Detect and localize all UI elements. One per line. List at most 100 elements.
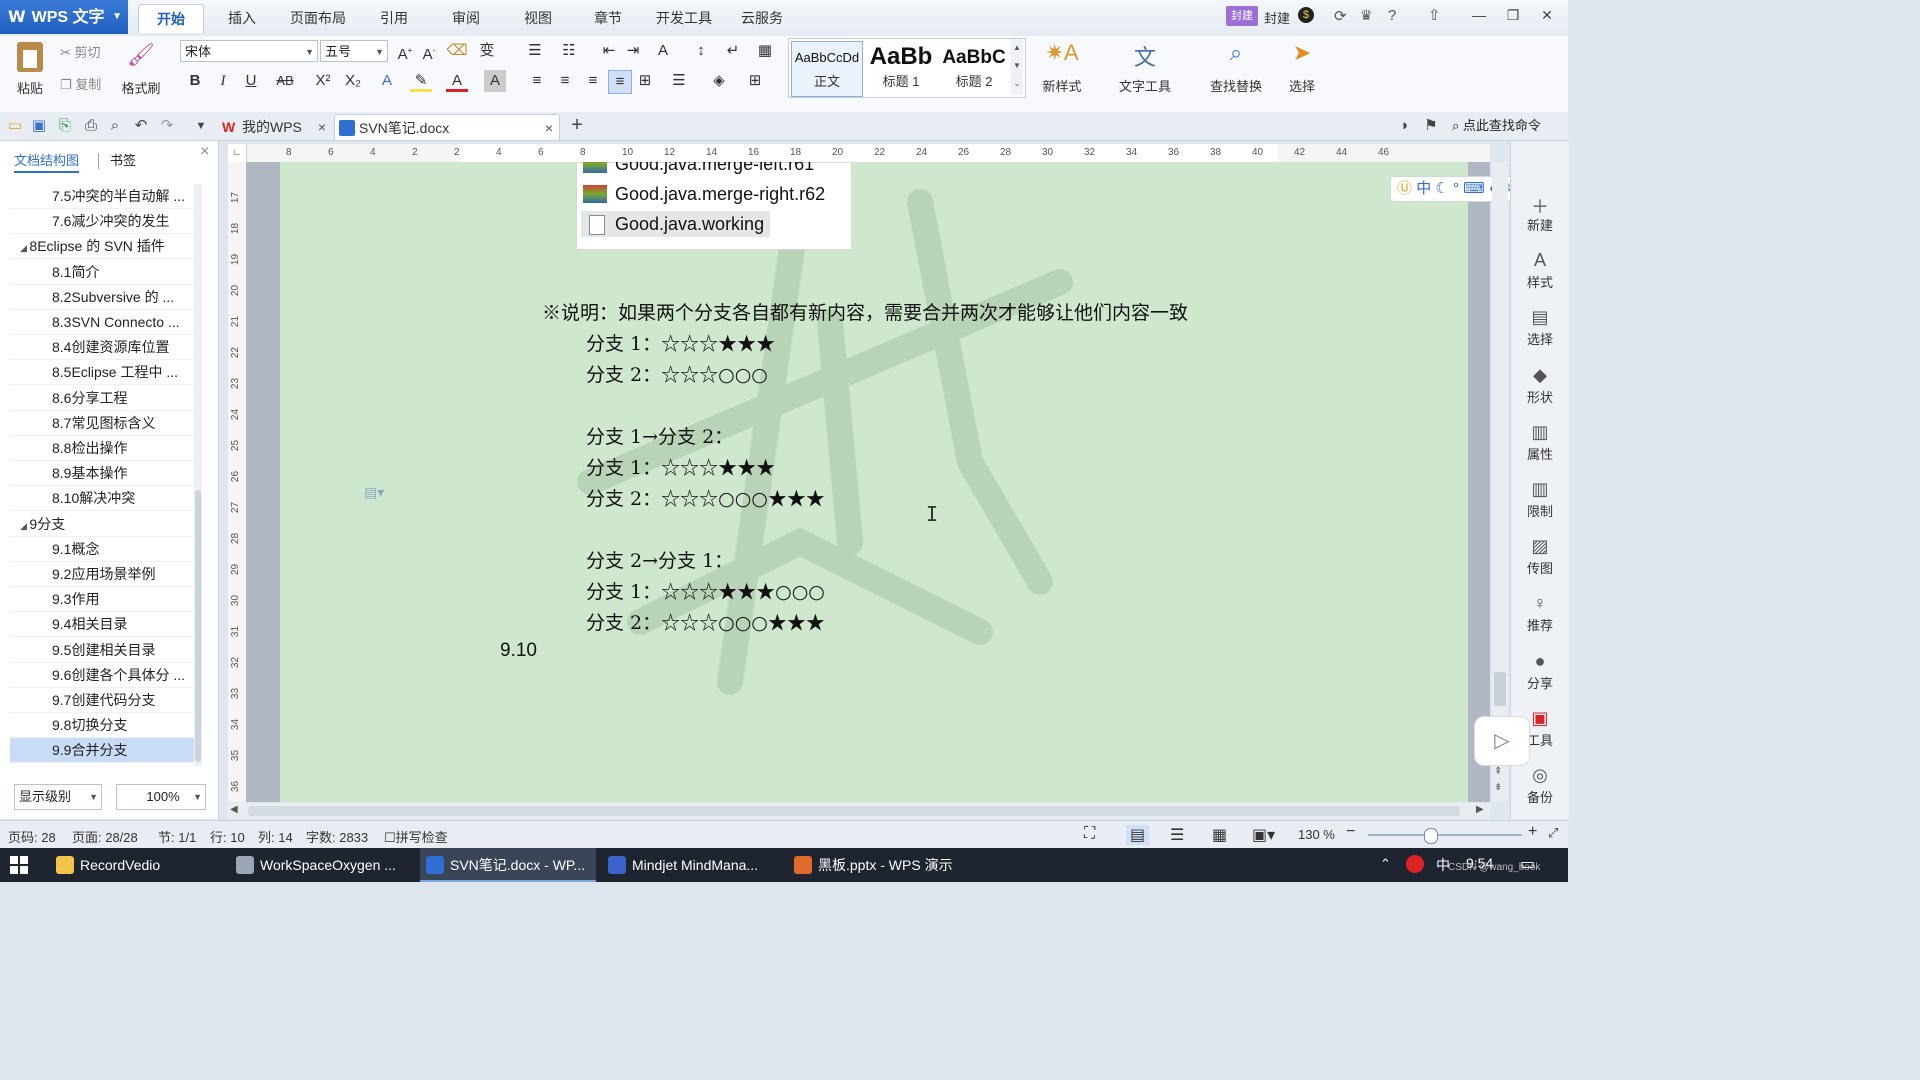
outline-item[interactable]: 9.2应用场景举例 xyxy=(10,562,194,587)
restore-button[interactable]: ❐ xyxy=(1496,7,1530,24)
tab-my-wps[interactable]: W 我的WPS × xyxy=(218,114,330,140)
scroll-right-icon[interactable]: ▶ xyxy=(1476,804,1484,815)
close-icon[interactable]: × xyxy=(318,114,326,140)
web-view-icon[interactable]: ▦ xyxy=(1212,825,1227,845)
taskbar-item[interactable]: Mindjet MindMana... xyxy=(602,848,782,882)
italic-icon[interactable]: I xyxy=(212,70,234,92)
vertical-scrollbar[interactable]: ⇞ ⇟ xyxy=(1492,162,1508,802)
customize-chevron-icon[interactable]: ▼ xyxy=(190,116,212,136)
tab-document-map[interactable]: 文档结构图 xyxy=(14,151,80,173)
scroll-thumb[interactable] xyxy=(248,806,1460,816)
menu-cloud[interactable]: 云服务 xyxy=(732,4,792,32)
moon-icon[interactable]: ☾ xyxy=(1435,180,1448,197)
bullets-icon[interactable]: ☰ xyxy=(524,40,546,62)
zoom-slider-track[interactable] xyxy=(1368,834,1522,836)
pin-icon[interactable]: ◗ xyxy=(1394,116,1416,136)
outline-item[interactable]: 8.7常见图标含义 xyxy=(10,411,194,436)
numbering-icon[interactable]: ☷ xyxy=(558,40,580,62)
skin-icon[interactable]: ♛ xyxy=(1360,7,1373,24)
close-icon[interactable]: × xyxy=(200,143,209,161)
document-page[interactable]: Good.java.merge-left.r61 Good.java.merge… xyxy=(280,162,1468,802)
outline-item[interactable]: 7.5冲突的半自动解 ... xyxy=(10,184,194,209)
paste-button[interactable]: 粘贴 xyxy=(10,42,50,97)
panel-item-recommend[interactable]: ♀ 推荐 xyxy=(1511,593,1569,634)
print-preview-icon[interactable]: ⌕ xyxy=(104,116,126,136)
align-right-icon[interactable]: ≡ xyxy=(582,70,604,92)
outline-item[interactable]: 9.6创建各个具体分 ... xyxy=(10,663,194,688)
outline-item[interactable]: 8.1简介 xyxy=(10,260,194,285)
shrink-font-icon[interactable]: A- xyxy=(418,40,440,63)
outline-item[interactable]: 8.4创建资源库位置 xyxy=(10,335,194,361)
tab-bookmarks[interactable]: 书签 xyxy=(110,151,136,171)
line-spacing-icon[interactable]: ☰ xyxy=(668,70,690,92)
sync-icon[interactable]: ⟳ xyxy=(1334,7,1347,25)
close-icon[interactable]: × xyxy=(545,115,553,141)
taskbar-item[interactable]: SVN笔记.docx - WP... xyxy=(420,848,596,882)
zoom-slider-thumb[interactable] xyxy=(1423,828,1438,844)
undo-icon[interactable]: ↶ xyxy=(130,116,152,136)
panel-item-share[interactable]: ● 分享 xyxy=(1511,651,1569,692)
taskbar-item[interactable]: RecordVedio xyxy=(50,848,226,882)
panel-item-properties[interactable]: ▥ 属性 xyxy=(1511,422,1569,463)
taskbar-item[interactable]: 黑板.pptx - WPS 演示 xyxy=(788,848,968,882)
table-icon[interactable]: ▦ xyxy=(754,40,776,62)
char-case-icon[interactable]: A xyxy=(652,40,674,62)
horizontal-scrollbar[interactable]: ◀ ▶ xyxy=(228,803,1490,819)
new-tab-button[interactable]: + xyxy=(566,115,588,135)
outline-item[interactable]: ◢ 8Eclipse 的 SVN 插件 xyxy=(10,234,194,260)
help-icon[interactable]: ? xyxy=(1388,7,1396,24)
grow-font-icon[interactable]: A+ xyxy=(394,40,416,63)
menu-chapter[interactable]: 章节 xyxy=(582,4,634,32)
panel-item-upload-image[interactable]: ▨ 传图 xyxy=(1511,536,1569,577)
show-marks-icon[interactable]: ↵ xyxy=(722,40,744,62)
open-folder-icon[interactable]: ▭ xyxy=(4,116,26,136)
panel-item-style[interactable]: A 样式 xyxy=(1511,250,1569,291)
zoom-level[interactable]: 130 % xyxy=(1298,827,1335,842)
bold-icon[interactable]: B xyxy=(184,70,206,92)
outline-item[interactable]: 9.9合并分支 xyxy=(10,738,194,764)
taskbar-item[interactable]: WorkSpaceOxygen ... xyxy=(230,848,412,882)
panel-item-backup[interactable]: ◎ 备份 xyxy=(1511,765,1569,806)
paragraph-handle-icon[interactable]: ▤▾ xyxy=(364,484,384,501)
close-button[interactable]: ✕ xyxy=(1530,7,1564,24)
copy-button[interactable]: ❐ 复制 xyxy=(60,74,114,93)
page-up-icon[interactable]: ⇞ xyxy=(1494,766,1502,777)
font-name-select[interactable]: 宋体 ▼ xyxy=(180,40,318,62)
menu-view[interactable]: 视图 xyxy=(510,4,566,32)
outline-item[interactable]: 9.8切换分支 xyxy=(10,713,194,739)
outline-item[interactable]: ◢ 9分支 xyxy=(10,512,194,537)
outline-item[interactable]: 8.2Subversive 的 ... xyxy=(10,285,194,310)
tray-app-icon[interactable] xyxy=(1406,855,1424,873)
outline-item[interactable]: 8.3SVN Connecto ... xyxy=(10,310,194,335)
tray-chevron-icon[interactable]: ⌃ xyxy=(1380,856,1391,872)
display-level-select[interactable]: 显示级别 ▼ xyxy=(14,784,102,810)
find-replace-button[interactable]: ⌕ 查找替换 xyxy=(1198,40,1274,95)
fit-window-icon[interactable]: ⤢ xyxy=(1548,825,1558,841)
minimize-button[interactable]: — xyxy=(1462,7,1496,23)
export-pdf-icon[interactable]: ⎘ xyxy=(54,116,76,136)
tab-svn-notes[interactable]: SVN笔记.docx × xyxy=(334,114,560,140)
scroll-left-icon[interactable]: ◀ xyxy=(230,804,238,815)
decrease-indent-icon[interactable]: ⇤ xyxy=(598,40,620,62)
clear-format-icon[interactable]: ⌫ xyxy=(446,40,468,62)
punctuation-icon[interactable]: ° xyxy=(1453,180,1459,197)
outline-item[interactable]: 9.1概念 xyxy=(10,537,194,562)
outline-item[interactable]: 8.6分享工程 xyxy=(10,386,194,411)
increase-indent-icon[interactable]: ⇥ xyxy=(622,40,644,62)
distribute-icon[interactable]: ⊞ xyxy=(634,70,656,92)
menu-references[interactable]: 引用 xyxy=(366,4,422,32)
select-button[interactable]: ➤ 选择 xyxy=(1278,40,1326,95)
app-menu-button[interactable]: W WPS 文字 ▼ xyxy=(0,0,128,34)
page-down-icon[interactable]: ⇟ xyxy=(1494,782,1502,793)
menu-home[interactable]: 开始 xyxy=(138,4,204,33)
outline-view-icon[interactable]: ☰ xyxy=(1170,825,1184,845)
video-play-icon[interactable]: ▷ xyxy=(1474,716,1530,766)
align-left-icon[interactable]: ≡ xyxy=(526,70,548,92)
menu-insert[interactable]: 插入 xyxy=(214,4,270,32)
outline-item[interactable]: 8.8检出操作 xyxy=(10,436,194,461)
user-name[interactable]: 封建 xyxy=(1264,8,1290,27)
outline-item[interactable]: 7.6减少冲突的发生 xyxy=(10,209,194,235)
style-heading-1[interactable]: AaBb 标题 1 xyxy=(865,41,937,95)
sort-icon[interactable]: ↕ xyxy=(690,40,712,62)
outline-item[interactable]: 9.3作用 xyxy=(10,587,194,613)
